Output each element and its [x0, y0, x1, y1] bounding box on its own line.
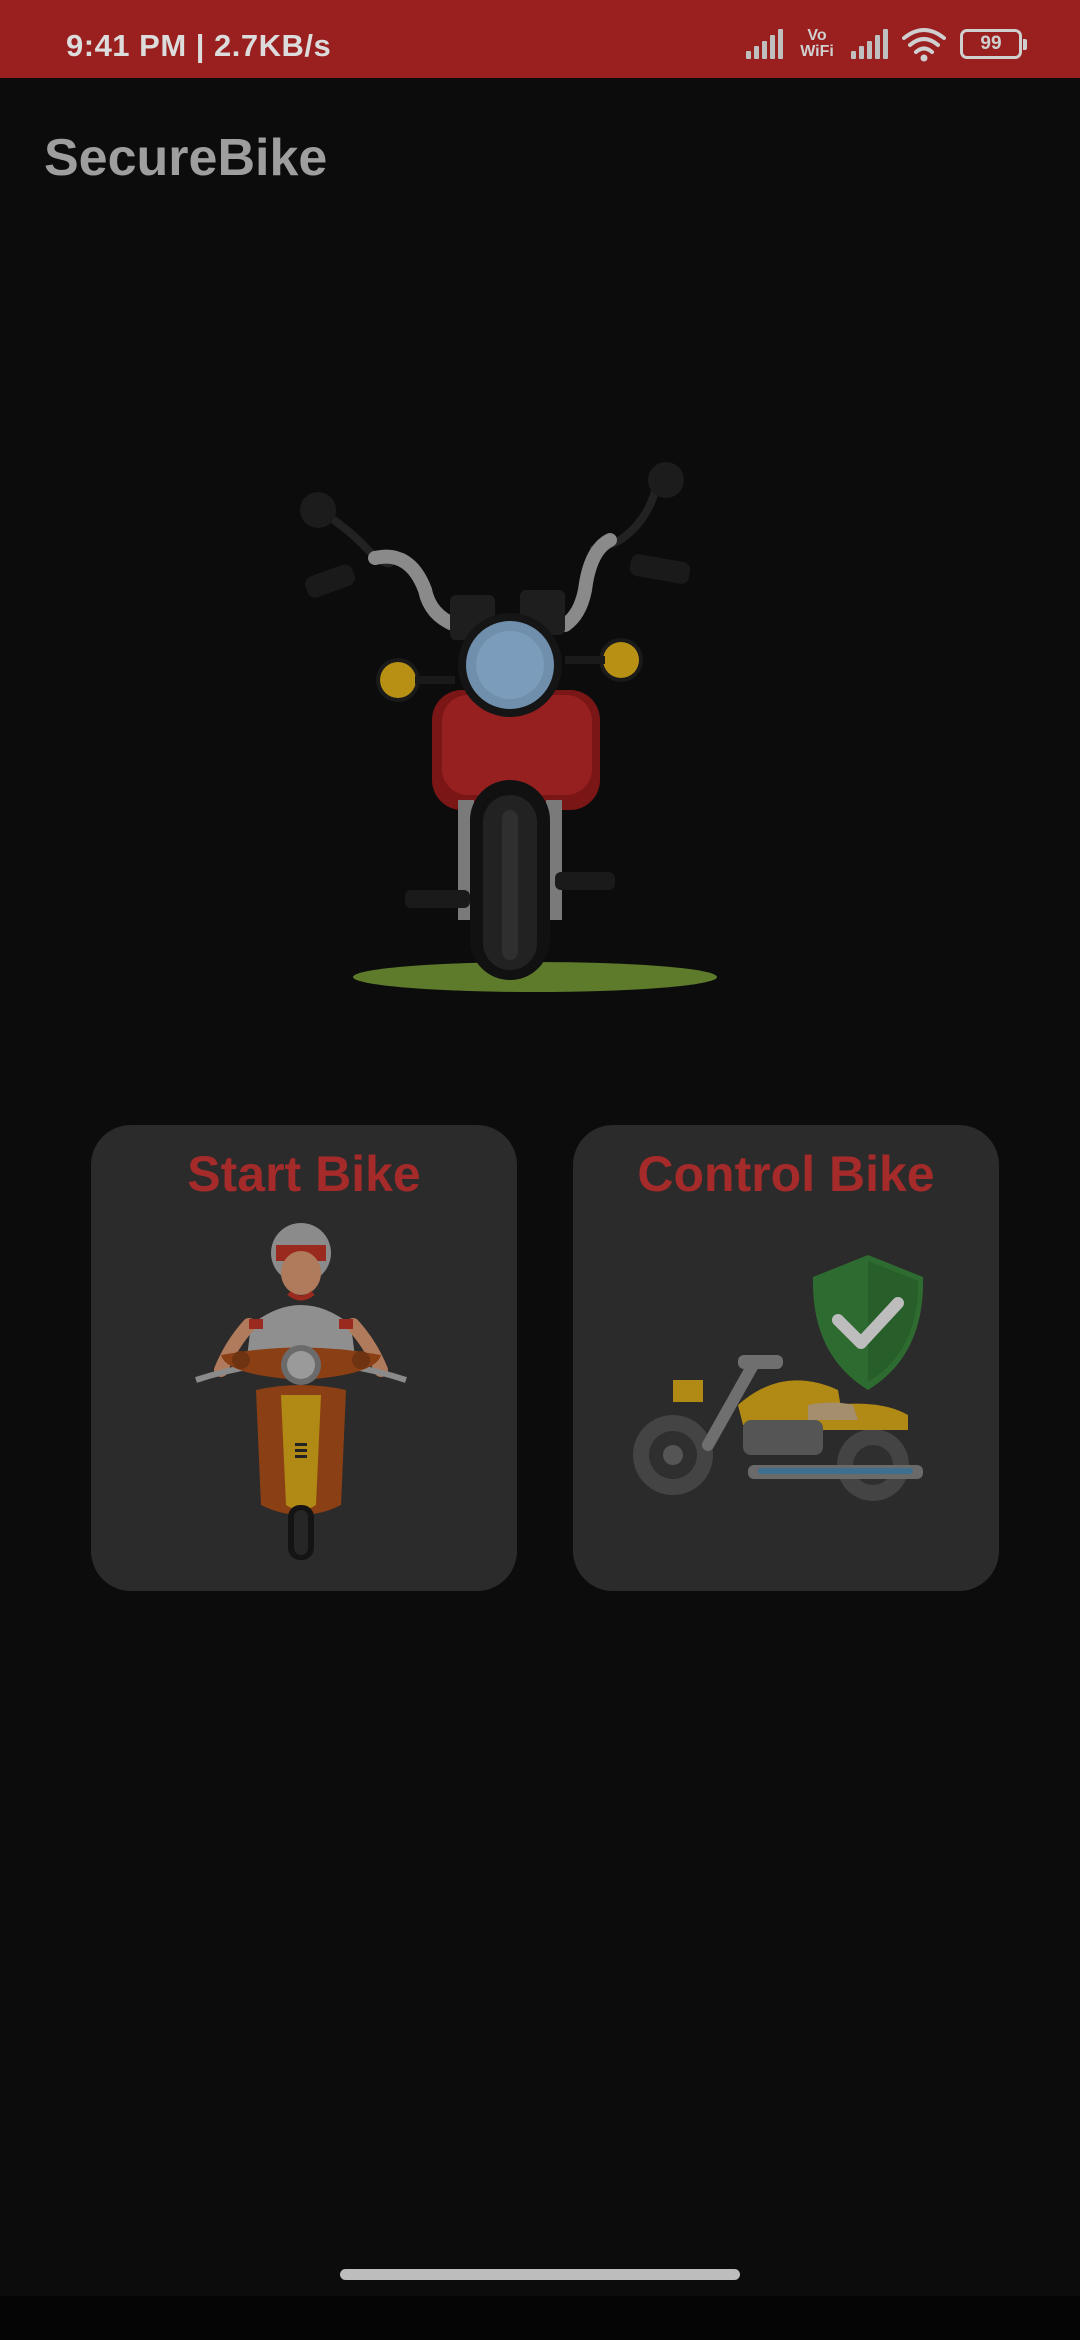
- motorcycle-front-illustration: [300, 462, 717, 992]
- rider-on-scooter-illustration: [195, 1223, 407, 1560]
- vowifi-icon: Vo WiFi: [797, 28, 837, 60]
- screen: 9:41 PM | 2.7KB/s Vo WiFi 99 SecureBike …: [0, 0, 1080, 2340]
- battery-level: 99: [980, 33, 1002, 54]
- app-title: SecureBike: [44, 129, 328, 187]
- battery-icon: 99: [960, 29, 1027, 59]
- status-icons: Vo WiFi 99: [746, 24, 1027, 64]
- cell-signal-icon: [746, 29, 783, 59]
- motorcycle-with-shield-check-illustration: [633, 1255, 924, 1501]
- home-indicator[interactable]: [340, 2269, 740, 2280]
- vowifi-bottom-text: WiFi: [800, 43, 834, 60]
- control-bike-card[interactable]: Control Bike: [573, 1125, 999, 1591]
- cell-signal-2-icon: [851, 29, 888, 59]
- status-time-speed: 9:41 PM | 2.7KB/s: [66, 28, 332, 63]
- wifi-icon: [902, 28, 946, 62]
- start-bike-card[interactable]: Start Bike: [91, 1125, 517, 1591]
- status-bar: 9:41 PM | 2.7KB/s Vo WiFi 99: [0, 0, 1080, 78]
- control-bike-label: Control Bike: [637, 1146, 935, 1202]
- navigation-bar: [0, 2296, 1080, 2340]
- vowifi-top-text: Vo: [807, 27, 827, 44]
- start-bike-label: Start Bike: [187, 1146, 421, 1202]
